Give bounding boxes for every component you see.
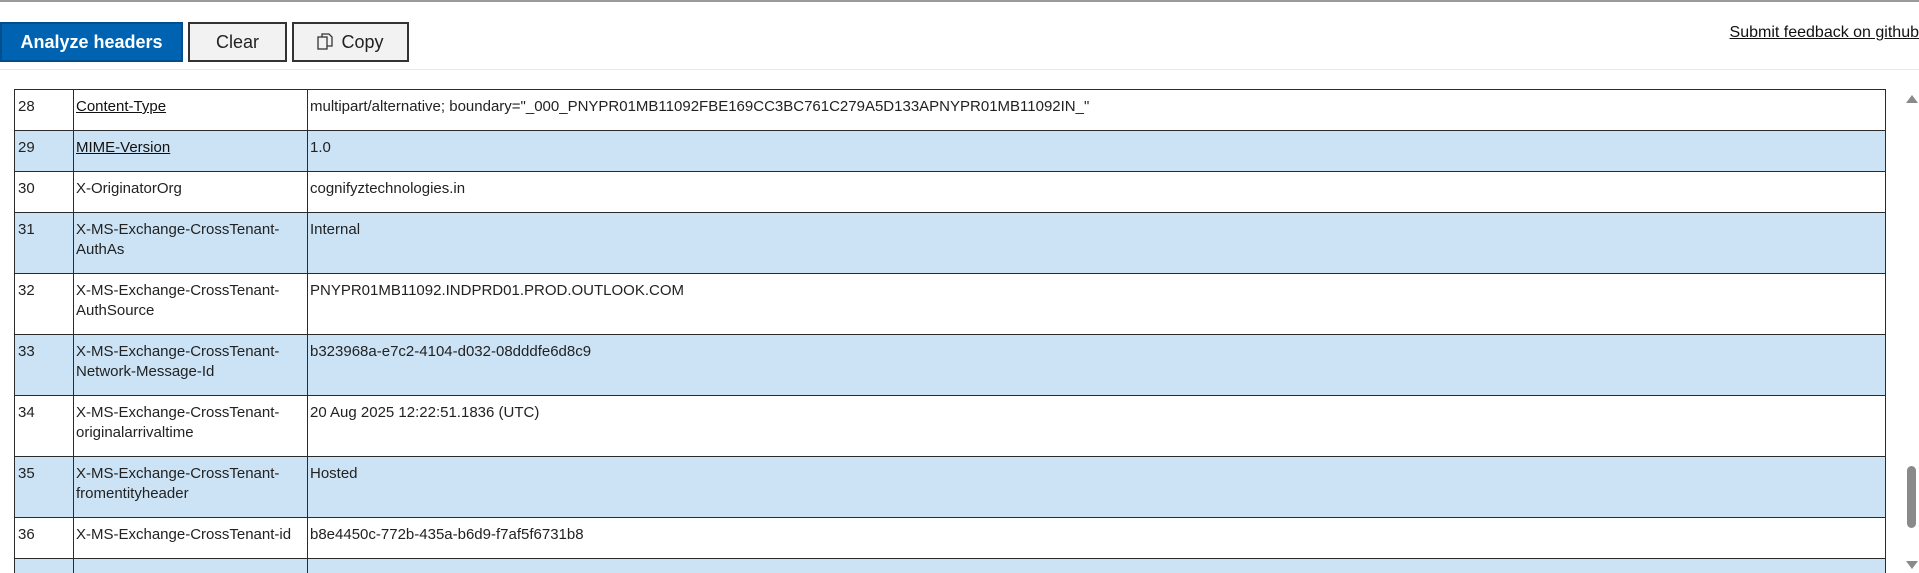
row-number: 28 bbox=[14, 89, 74, 131]
copy-button-label: Copy bbox=[341, 31, 384, 52]
row-number: 30 bbox=[14, 171, 74, 213]
headers-table-container: 28 Content-Type multipart/alternative; b… bbox=[14, 89, 1886, 573]
scrollbar-thumb[interactable] bbox=[1907, 466, 1916, 528]
row-number: 36 bbox=[14, 517, 74, 559]
table-row: 28 Content-Type multipart/alternative; b… bbox=[14, 89, 1886, 131]
toolbar-divider bbox=[0, 69, 1919, 70]
header-name: X-MS-Exchange-CrossTenant-Network-Messag… bbox=[73, 334, 308, 396]
header-name-cell: Content-Type bbox=[73, 89, 308, 131]
table-row: 30 X-OriginatorOrg cognifyztechnologies.… bbox=[14, 171, 1886, 213]
header-name: X-MS-Exchange-CrossTenant-id bbox=[73, 517, 308, 559]
header-name: X-OriginatorOrg bbox=[73, 171, 308, 213]
header-value: Hosted bbox=[307, 456, 1886, 518]
copy-icon bbox=[317, 33, 334, 50]
header-value: cognifyztechnologies.in bbox=[307, 171, 1886, 213]
toolbar: Analyze headers Clear Copy Submit feedba… bbox=[0, 2, 1919, 70]
table-row: 36 X-MS-Exchange-CrossTenant-id b8e4450c… bbox=[14, 517, 1886, 559]
header-value: b323968a-e7c2-4104-d032-08dddfe6d8c9 bbox=[307, 334, 1886, 396]
table-row: 32 X-MS-Exchange-CrossTenant-AuthSource … bbox=[14, 273, 1886, 335]
row-number: 35 bbox=[14, 456, 74, 518]
header-name-link[interactable]: Content-Type bbox=[76, 98, 166, 115]
header-value: 20 Aug 2025 12:22:51.1836 (UTC) bbox=[307, 395, 1886, 457]
copy-button[interactable]: Copy bbox=[292, 22, 409, 62]
header-value: multipart/alternative; boundary="_000_PN… bbox=[307, 89, 1886, 131]
table-row: 29 MIME-Version 1.0 bbox=[14, 130, 1886, 172]
row-number: 32 bbox=[14, 273, 74, 335]
vertical-scrollbar[interactable] bbox=[1904, 89, 1919, 573]
scroll-down-arrow-icon[interactable] bbox=[1906, 561, 1918, 569]
header-name: X-MS-Exchange-CrossTenant-AuthSource bbox=[73, 273, 308, 335]
table-row: 34 X-MS-Exchange-CrossTenant-originalarr… bbox=[14, 395, 1886, 457]
header-name: X-MS-Exchange-CrossTenant-fromentityhead… bbox=[73, 456, 308, 518]
header-name-cell: MIME-Version bbox=[73, 130, 308, 172]
row-number: 34 bbox=[14, 395, 74, 457]
row-number: 31 bbox=[14, 212, 74, 274]
headers-table: 28 Content-Type multipart/alternative; b… bbox=[14, 89, 1886, 573]
header-name: X-MS-Exchange-CrossTenant-AuthAs bbox=[73, 212, 308, 274]
header-value: b8e4450c-772b-435a-b6d9-f7af5f6731b8 bbox=[307, 517, 1886, 559]
analyze-headers-button[interactable]: Analyze headers bbox=[0, 22, 183, 62]
row-number: 29 bbox=[14, 130, 74, 172]
row-number: 33 bbox=[14, 334, 74, 396]
table-row: 31 X-MS-Exchange-CrossTenant-AuthAs Inte… bbox=[14, 212, 1886, 274]
table-row-partial bbox=[14, 558, 1886, 573]
header-value: 1.0 bbox=[307, 130, 1886, 172]
table-row: 33 X-MS-Exchange-CrossTenant-Network-Mes… bbox=[14, 334, 1886, 396]
scroll-up-arrow-icon[interactable] bbox=[1906, 95, 1918, 103]
clear-button[interactable]: Clear bbox=[188, 22, 287, 62]
header-value: Internal bbox=[307, 212, 1886, 274]
table-row: 35 X-MS-Exchange-CrossTenant-fromentityh… bbox=[14, 456, 1886, 518]
header-value: PNYPR01MB11092.INDPRD01.PROD.OUTLOOK.COM bbox=[307, 273, 1886, 335]
submit-feedback-link[interactable]: Submit feedback on github bbox=[1730, 24, 1919, 42]
header-name-link[interactable]: MIME-Version bbox=[76, 139, 170, 156]
header-name: X-MS-Exchange-CrossTenant-originalarriva… bbox=[73, 395, 308, 457]
